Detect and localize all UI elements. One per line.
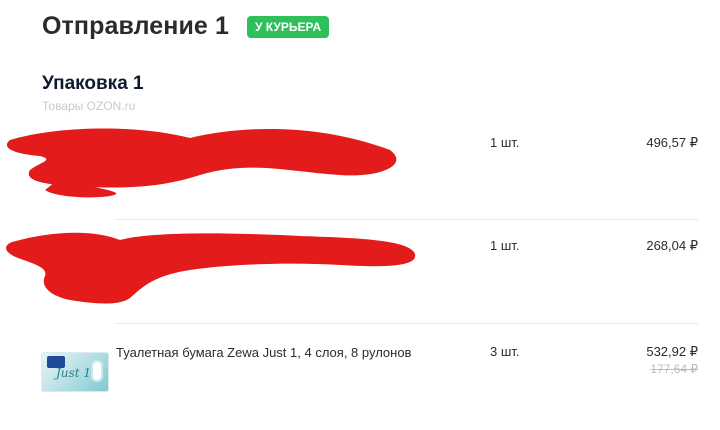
shipment-header: Отправление 1 У КУРЬЕРА — [42, 12, 330, 41]
table-row[interactable]: 1 шт. 268,04 ₽ — [0, 220, 720, 323]
redaction-scribble — [6, 232, 416, 304]
shipment-title: Отправление 1 — [42, 12, 229, 40]
product-name[interactable]: Туалетная бумага Zewa Just 1, 4 слоя, 8 … — [116, 343, 416, 363]
item-quantity: 1 шт. — [490, 135, 520, 150]
row-divider — [116, 323, 698, 324]
item-price: 532,92 ₽ — [646, 344, 698, 359]
package-subtitle: Товары OZON.ru — [42, 99, 136, 113]
item-price: 268,04 ₽ — [646, 238, 698, 253]
item-quantity: 1 шт. — [490, 238, 520, 253]
status-badge: У КУРЬЕРА — [246, 15, 330, 38]
package-title: Упаковка 1 — [42, 73, 144, 94]
redaction-scribble — [6, 128, 397, 198]
item-price: 496,57 ₽ — [646, 135, 698, 150]
table-row[interactable]: 1 шт. 496,57 ₽ — [0, 120, 720, 220]
product-image[interactable]: Just 1 — [41, 352, 109, 392]
item-old-price: 177,64 ₽ — [650, 362, 698, 376]
item-quantity: 3 шт. — [490, 344, 520, 359]
paper-roll-icon — [91, 360, 103, 382]
product-image-text: Just 1 — [56, 366, 91, 380]
